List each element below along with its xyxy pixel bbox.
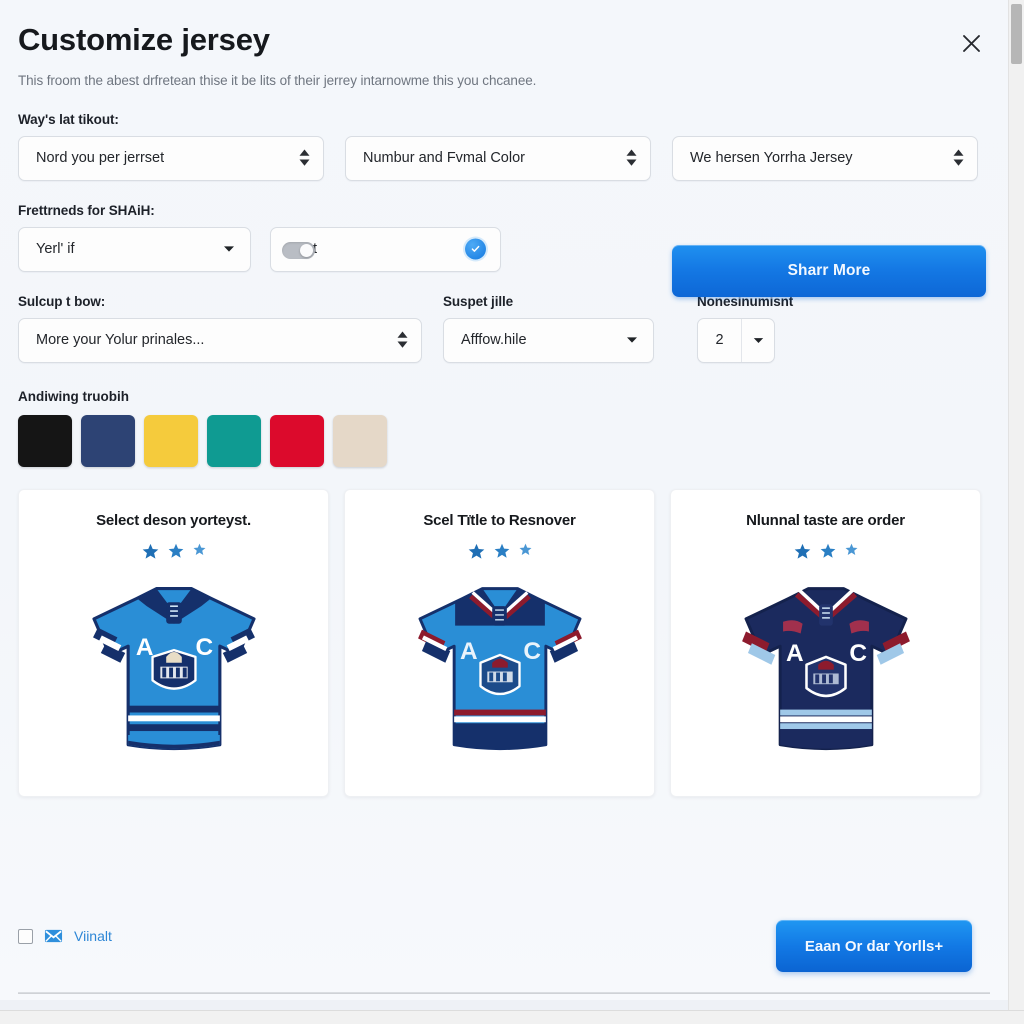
preferences-label: Frettrneds for SHAiH: (18, 202, 155, 218)
select-number-color[interactable]: Numbur and Fvmal Color (345, 135, 651, 181)
options-left-select[interactable]: More your Yolur prinales... (18, 317, 422, 363)
swatch-label: Andiwing truobih (18, 388, 129, 404)
mail-icon (44, 928, 63, 944)
swatch-section: Andiwing truobih (18, 389, 990, 467)
spinner-icon (626, 149, 637, 167)
chevron-down-icon (223, 241, 235, 257)
jersey-card-title: Nlunnal taste are order (746, 511, 905, 529)
jersey-card[interactable]: Nlunnal taste are order A C (670, 488, 981, 797)
options-left: Sulcup t bow: More your Yolur prinales..… (18, 294, 422, 363)
spinner-icon (397, 331, 408, 349)
spinner-icon (953, 149, 964, 167)
jersey-card-title: Scel Tïtle to Resnover (423, 511, 576, 529)
select-number-color-value: Numbur and Fvmal Color (363, 150, 525, 167)
svg-text:A: A (135, 634, 153, 661)
jersey-image-dark-navy: A C (728, 573, 924, 778)
options-middle-select[interactable]: Afffow.hile (443, 317, 654, 363)
select-jersey-style[interactable]: Nord you per jerrset (18, 135, 324, 181)
star-icon (468, 543, 485, 565)
star-icon (820, 543, 836, 565)
quantity-dropdown-arrow[interactable] (741, 318, 774, 362)
swatch-black[interactable] (18, 414, 72, 467)
swatch-yellow[interactable] (144, 414, 198, 467)
swatch-navy[interactable] (81, 414, 135, 467)
spinner-icon (299, 149, 310, 167)
horizontal-scrollbar[interactable] (0, 1010, 1024, 1024)
swatch-row (18, 414, 990, 467)
preferences-dropdown[interactable]: Yerl' if (18, 226, 251, 272)
jersey-image-blue-navy: A C (402, 573, 598, 778)
footer-divider (18, 992, 990, 994)
options-middle-label: Suspet jille (443, 293, 514, 309)
jersey-card-list: Select deson yorteyst. A C Scel Tïtle to… (18, 488, 990, 797)
quantity-value: 2 (715, 332, 724, 349)
jersey-image-light-blue: A C (76, 573, 272, 778)
share-more-button-label: Sharr More (787, 262, 871, 279)
share-more-button[interactable]: Sharr More (672, 245, 986, 297)
star-icon (142, 543, 159, 565)
star-icon (193, 543, 206, 565)
close-button[interactable] (954, 26, 988, 60)
customize-jersey-modal: Customize jersey This froom the abest dr… (0, 0, 1008, 1000)
svg-text:A: A (785, 640, 803, 667)
star-icon (168, 543, 184, 565)
quantity-stepper[interactable]: 2 (697, 317, 775, 363)
star-icon (519, 543, 532, 565)
select-jersey-name[interactable]: We hersen Yorrha Jersey (672, 135, 978, 181)
options-left-value: More your Yolur prinales... (36, 332, 205, 349)
options-right: Nonesinumisnt 2 (697, 294, 793, 363)
options-section: Sulcup t bow: More your Yolur prinales..… (18, 294, 990, 363)
select-jersey-name-value: We hersen Yorrha Jersey (690, 150, 853, 167)
options-left-label: Sulcup t bow: (18, 293, 106, 309)
rating-stars (794, 543, 858, 565)
swatch-teal[interactable] (207, 414, 261, 467)
select-jersey-style-value: Nord you per jerrset (36, 150, 165, 167)
star-icon (494, 543, 510, 565)
swatch-red[interactable] (270, 414, 324, 467)
verified-badge-icon (465, 238, 486, 260)
svg-text:C: C (195, 634, 213, 661)
close-icon (961, 33, 982, 54)
rating-stars (142, 543, 206, 565)
preferences-toggle-wrap (282, 242, 315, 259)
star-icon (845, 543, 858, 565)
svg-text:A: A (459, 638, 477, 665)
vertical-scrollbar[interactable] (1008, 0, 1024, 1010)
rating-stars (468, 543, 532, 565)
page-title: Customize jersey (18, 22, 270, 57)
layout-label: Way's lat tikout: (18, 111, 119, 127)
modal-header: Customize jersey This froom the abest dr… (18, 0, 990, 90)
agree-checkbox[interactable] (18, 928, 33, 944)
toggle-switch[interactable] (282, 242, 315, 259)
vertical-scrollbar-thumb[interactable] (1011, 4, 1022, 64)
order-button-label: Eaan Or dar Yorlls+ (804, 937, 944, 955)
svg-text:C: C (849, 640, 867, 667)
options-middle: Suspet jille Afffow.hile (443, 294, 675, 363)
jersey-card[interactable]: Scel Tïtle to Resnover A C (344, 488, 655, 797)
star-icon (794, 543, 811, 565)
chevron-down-icon (753, 331, 764, 349)
svg-text:C: C (523, 638, 541, 665)
jersey-card-title: Select deson yorteyst. (96, 511, 251, 529)
toggle-knob (300, 244, 313, 257)
options-middle-value: Afffow.hile (461, 332, 527, 349)
agree-checkbox-label[interactable]: Viinalt (74, 928, 112, 944)
modal-subtitle: This froom the abest drfretean thise it … (18, 72, 537, 88)
chevron-down-icon (626, 332, 638, 348)
swatch-beige[interactable] (333, 414, 387, 467)
modal-footer: Viinalt Eaan Or dar Yorlls+ (18, 912, 990, 984)
order-button[interactable]: Eaan Or dar Yorlls+ (776, 920, 972, 972)
layout-section: Way's lat tikout: Nord you per jerrset N… (18, 112, 990, 181)
jersey-card[interactable]: Select deson yorteyst. A C (18, 488, 329, 797)
footer-checkbox-group: Viinalt (18, 912, 112, 944)
preferences-dropdown-value: Yerl' if (36, 241, 75, 258)
